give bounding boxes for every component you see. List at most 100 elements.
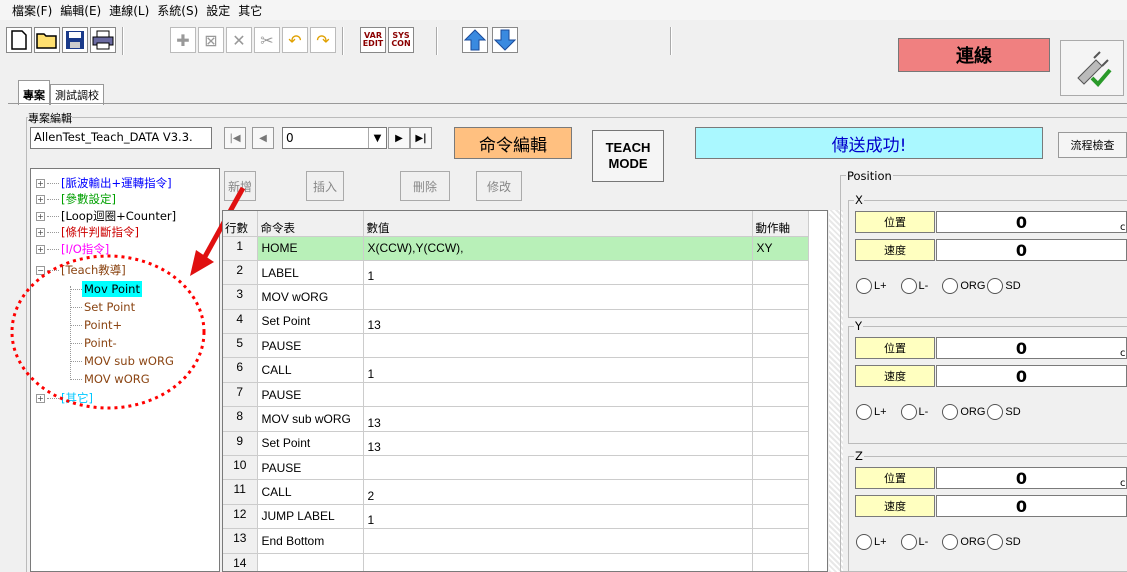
sensor-radio-label: ORG — [960, 406, 986, 418]
cell-command[interactable]: End Bottom — [257, 528, 364, 554]
row-number[interactable]: 7 — [223, 382, 258, 408]
sensor-radio[interactable] — [900, 404, 917, 420]
cell-command[interactable]: CALL — [257, 479, 364, 505]
table-row[interactable]: 11 CALL 2 — [223, 479, 809, 505]
table-header-row: 行數 命令表 數值 動作軸 — [223, 211, 809, 237]
row-number[interactable]: 14 — [223, 553, 258, 571]
table-row[interactable]: 6 CALL 1 — [223, 357, 809, 383]
table-row[interactable]: 13 End Bottom — [223, 528, 809, 554]
cell-axis[interactable] — [752, 357, 809, 383]
cell-axis[interactable] — [752, 528, 809, 554]
table-row[interactable]: 8 MOV sub wORG 13 — [223, 406, 809, 432]
cell-command[interactable]: MOV wORG — [257, 284, 364, 310]
cell-value[interactable] — [363, 528, 753, 554]
table-row[interactable]: 12 JUMP LABEL 1 — [223, 504, 809, 530]
sensor-radio[interactable] — [987, 534, 1004, 550]
cell-command[interactable]: CALL — [257, 357, 364, 383]
cell-value[interactable] — [363, 455, 753, 481]
sensor-radio[interactable] — [900, 278, 917, 294]
sensor-radio-label: SD — [1005, 406, 1021, 418]
annotation-arrow-head — [190, 250, 214, 276]
table-row[interactable]: 1 HOME X(CCW),Y(CCW), XY — [223, 236, 809, 261]
cell-value[interactable] — [363, 333, 753, 359]
cell-value[interactable] — [363, 382, 753, 408]
row-number[interactable]: 8 — [223, 406, 258, 432]
cell-value[interactable]: 1 — [363, 357, 753, 383]
cell-value[interactable]: 1 — [363, 260, 753, 286]
row-number[interactable]: 2 — [223, 260, 258, 286]
sensor-radio-label: L+ — [874, 280, 887, 292]
cell-axis[interactable] — [752, 406, 809, 432]
table-row[interactable]: 10 PAUSE — [223, 455, 809, 481]
row-number[interactable]: 13 — [223, 528, 258, 554]
cell-axis[interactable] — [752, 455, 809, 481]
cell-value[interactable]: 13 — [363, 309, 753, 335]
row-number[interactable]: 11 — [223, 479, 258, 505]
cell-command[interactable]: Set Point — [257, 309, 364, 335]
sensor-radio-label: SD — [1005, 280, 1021, 292]
sensor-radio[interactable] — [942, 404, 959, 420]
cell-value[interactable]: X(CCW),Y(CCW), — [363, 236, 753, 261]
table-row[interactable]: 4 Set Point 13 — [223, 309, 809, 335]
cell-command[interactable]: PAUSE — [257, 455, 364, 481]
cell-axis[interactable] — [752, 431, 809, 457]
table-row[interactable]: 2 LABEL 1 — [223, 260, 809, 286]
cell-axis[interactable] — [752, 333, 809, 359]
sensor-radio-label: L- — [918, 280, 929, 292]
cell-value[interactable]: 2 — [363, 479, 753, 505]
sensor-radio[interactable] — [900, 534, 917, 550]
sensor-radio[interactable] — [942, 534, 959, 550]
sensor-radio[interactable] — [942, 278, 959, 294]
col-header-command[interactable]: 命令表 — [257, 211, 364, 237]
axis-side-button[interactable]: c — [1120, 348, 1127, 368]
row-number[interactable]: 5 — [223, 333, 258, 359]
row-number[interactable]: 6 — [223, 357, 258, 383]
table-row[interactable]: 7 PAUSE — [223, 382, 809, 408]
cell-command[interactable] — [257, 553, 364, 571]
row-number[interactable]: 10 — [223, 455, 258, 481]
sensor-radio-label: L+ — [874, 536, 887, 548]
cell-axis[interactable] — [752, 479, 809, 505]
col-header-axis[interactable]: 動作軸 — [752, 211, 809, 237]
row-number[interactable]: 4 — [223, 309, 258, 335]
sensor-radio[interactable] — [856, 278, 872, 294]
cell-value[interactable] — [363, 553, 753, 571]
col-header-line[interactable]: 行數 — [223, 211, 258, 237]
row-number[interactable]: 3 — [223, 284, 258, 310]
cell-axis[interactable] — [752, 260, 809, 286]
cell-command[interactable]: Set Point — [257, 431, 364, 457]
col-header-value[interactable]: 數值 — [363, 211, 753, 237]
row-number[interactable]: 1 — [223, 236, 258, 261]
command-grid: 行數 命令表 數值 動作軸 1 HOME X(CCW),Y(CCW), XY 2 LABE… — [223, 211, 809, 571]
command-table[interactable]: 行數 命令表 數值 動作軸 1 HOME X(CCW),Y(CCW), XY 2 LABE… — [222, 210, 828, 572]
cell-value[interactable]: 1 — [363, 504, 753, 530]
axis-side-button[interactable]: c — [1120, 478, 1127, 498]
cell-value[interactable]: 13 — [363, 406, 753, 432]
cell-axis[interactable] — [752, 382, 809, 408]
cell-axis[interactable] — [752, 309, 809, 335]
table-row[interactable]: 14 — [223, 553, 809, 571]
cell-axis[interactable] — [752, 284, 809, 310]
cell-command[interactable]: PAUSE — [257, 382, 364, 408]
row-number[interactable]: 12 — [223, 504, 258, 530]
table-row[interactable]: 5 PAUSE — [223, 333, 809, 359]
cell-command[interactable]: LABEL — [257, 260, 364, 286]
sensor-radio-row: L+ L- ORG SD — [856, 404, 1035, 420]
cell-command[interactable]: JUMP LABEL — [257, 504, 364, 530]
cell-command[interactable]: HOME — [257, 236, 364, 261]
cell-value[interactable] — [363, 284, 753, 310]
row-number[interactable]: 9 — [223, 431, 258, 457]
sensor-radio[interactable] — [987, 404, 1004, 420]
cell-axis[interactable]: XY — [752, 236, 809, 261]
sensor-radio[interactable] — [987, 278, 1004, 294]
cell-axis[interactable] — [752, 504, 809, 530]
table-row[interactable]: 9 Set Point 13 — [223, 431, 809, 457]
cell-axis[interactable] — [752, 553, 809, 571]
cell-command[interactable]: PAUSE — [257, 333, 364, 359]
cell-value[interactable]: 13 — [363, 431, 753, 457]
axis-side-button[interactable]: c — [1120, 222, 1127, 242]
cell-command[interactable]: MOV sub wORG — [257, 406, 364, 432]
table-row[interactable]: 3 MOV wORG — [223, 284, 809, 310]
sensor-radio[interactable] — [856, 404, 872, 420]
sensor-radio[interactable] — [856, 534, 872, 550]
